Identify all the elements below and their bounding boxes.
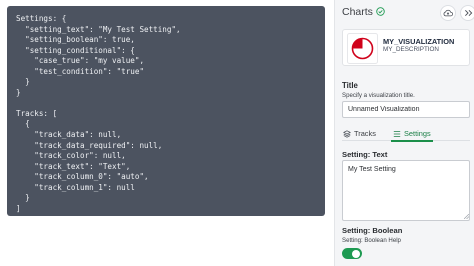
sidebar-header: Charts <box>342 5 474 23</box>
boolean-setting-toggle[interactable] <box>342 248 362 259</box>
toggle-knob <box>352 249 360 258</box>
resize-grip-icon[interactable] <box>464 214 469 219</box>
title-setting-label: Title <box>342 81 358 90</box>
chevrons-right-icon <box>464 9 472 17</box>
check-circle-icon <box>376 7 385 16</box>
title-setting-help: Specify a visualization title. <box>342 92 415 99</box>
tab-tracks-label: Tracks <box>354 129 376 138</box>
text-setting-input[interactable] <box>342 160 470 221</box>
code-text: Settings: { "setting_text": "My Test Set… <box>16 14 181 213</box>
tab-tracks[interactable]: Tracks <box>343 126 376 141</box>
collapse-sidebar-button[interactable] <box>460 5 474 21</box>
boolean-setting-label: Setting: Boolean <box>342 226 403 235</box>
visualization-card[interactable]: MY_VISUALIZATION MY_DESCRIPTION <box>342 29 470 66</box>
visualization-name: MY_VISUALIZATION <box>383 37 455 46</box>
list-icon <box>393 130 401 137</box>
tab-settings-label: Settings <box>404 129 431 138</box>
settings-tabs: Tracks Settings <box>342 125 470 142</box>
title-input[interactable] <box>342 101 470 118</box>
pie-chart-icon <box>347 33 378 64</box>
sidebar: Charts MY_VISUALIZATION MY_DESCRIPTION T… <box>334 0 474 266</box>
active-tab-indicator <box>391 140 433 142</box>
text-setting-label: Setting: Text <box>342 150 388 159</box>
tab-settings[interactable]: Settings <box>391 126 433 142</box>
boolean-setting-help: Setting: Boolean Help <box>342 237 401 244</box>
visualization-description: MY_DESCRIPTION <box>383 46 439 53</box>
save-to-cloud-button[interactable] <box>440 5 456 21</box>
cloud-upload-icon <box>443 9 453 17</box>
code-preview-panel: Settings: { "setting_text": "My Test Set… <box>7 6 325 216</box>
sidebar-title: Charts <box>342 6 373 18</box>
layers-icon <box>343 129 351 138</box>
